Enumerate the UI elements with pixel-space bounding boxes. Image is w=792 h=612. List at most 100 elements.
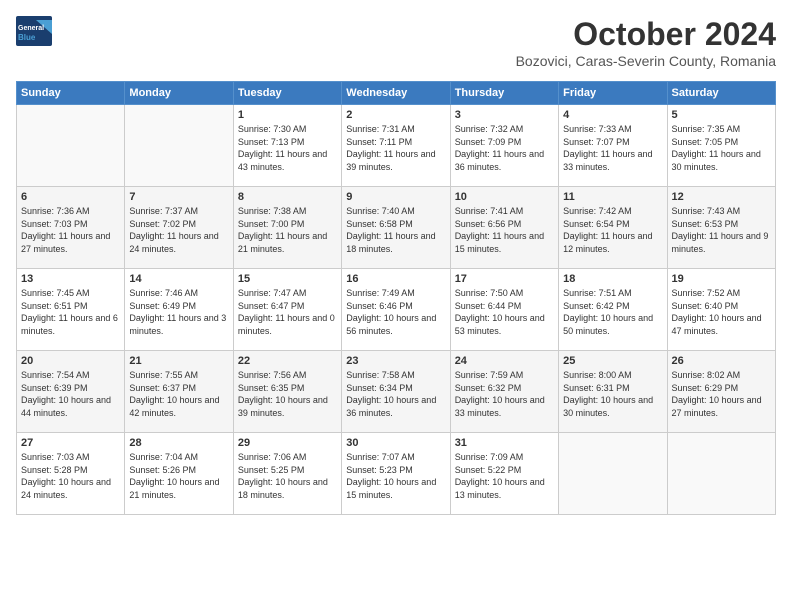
calendar-cell: 8Sunrise: 7:38 AM Sunset: 7:00 PM Daylig… — [233, 187, 341, 269]
calendar-cell: 9 Sunrise: 7:40 AM Sunset: 6:58 PM Daylig… — [342, 187, 450, 269]
title-block: October 2024 Bozovici, Caras-Severin Cou… — [516, 16, 776, 69]
cell-info: Sunrise: 7:37 AM Sunset: 7:02 PM Dayligh… — [129, 205, 228, 255]
day-header-thursday: Thursday — [450, 82, 558, 105]
calendar-cell: 4Sunrise: 7:33 AM Sunset: 7:07 PM Daylig… — [559, 105, 667, 187]
week-row-0: 1 Sunrise: 7:30 AM Sunset: 7:13 PM Daylig… — [17, 105, 776, 187]
cell-info: Sunrise: 7:42 AM Sunset: 6:54 PM Dayligh… — [563, 205, 662, 255]
day-number: 19 — [672, 273, 771, 285]
day-number: 15 — [238, 273, 337, 285]
cell-info: Sunrise: 7:07 AM Sunset: 5:23 PM Dayligh… — [346, 451, 445, 501]
calendar-cell: 23 Sunrise: 7:58 AM Sunset: 6:34 PM Dayli… — [342, 351, 450, 433]
calendar-cell: 16 Sunrise: 7:49 AM Sunset: 6:46 PM Dayli… — [342, 269, 450, 351]
calendar-cell: 26Sunrise: 8:02 AM Sunset: 6:29 PM Dayli… — [667, 351, 775, 433]
calendar-cell: 29Sunrise: 7:06 AM Sunset: 5:25 PM Dayli… — [233, 433, 341, 515]
page-header: General Blue October 2024 Bozovici, Cara… — [16, 16, 776, 69]
cell-info: Sunrise: 7:56 AM Sunset: 6:35 PM Dayligh… — [238, 369, 337, 419]
cell-info: Sunrise: 7:49 AM Sunset: 6:46 PM Dayligh… — [346, 287, 445, 337]
day-number: 7 — [129, 191, 228, 203]
calendar-cell: 28 Sunrise: 7:04 AM Sunset: 5:26 PM Dayli… — [125, 433, 233, 515]
day-header-wednesday: Wednesday — [342, 82, 450, 105]
day-number: 24 — [455, 355, 554, 367]
calendar-cell: 20Sunrise: 7:54 AM Sunset: 6:39 PM Dayli… — [17, 351, 125, 433]
day-number: 10 — [455, 191, 554, 203]
calendar-cell: 5Sunrise: 7:35 AM Sunset: 7:05 PM Daylig… — [667, 105, 775, 187]
svg-text:General: General — [18, 25, 44, 32]
cell-info: Sunrise: 7:31 AM Sunset: 7:11 PM Dayligh… — [346, 123, 445, 173]
day-header-friday: Friday — [559, 82, 667, 105]
cell-info: Sunrise: 7:55 AM Sunset: 6:37 PM Dayligh… — [129, 369, 228, 419]
day-number: 22 — [238, 355, 337, 367]
calendar-cell — [559, 433, 667, 515]
week-row-2: 13 Sunrise: 7:45 AM Sunset: 6:51 PM Dayli… — [17, 269, 776, 351]
cell-info: Sunrise: 7:40 AM Sunset: 6:58 PM Dayligh… — [346, 205, 445, 255]
day-number: 8 — [238, 191, 337, 203]
day-header-tuesday: Tuesday — [233, 82, 341, 105]
cell-info: Sunrise: 7:47 AM Sunset: 6:47 PM Dayligh… — [238, 287, 337, 337]
svg-text:Blue: Blue — [18, 33, 36, 42]
day-number: 28 — [129, 437, 228, 449]
day-number: 16 — [346, 273, 445, 285]
logo-icon: General Blue — [16, 16, 52, 46]
calendar-cell — [667, 433, 775, 515]
week-row-4: 27Sunrise: 7:03 AM Sunset: 5:28 PM Dayli… — [17, 433, 776, 515]
day-number: 13 — [21, 273, 120, 285]
calendar-cell: 3 Sunrise: 7:32 AM Sunset: 7:09 PM Daylig… — [450, 105, 558, 187]
day-header-saturday: Saturday — [667, 82, 775, 105]
day-number: 17 — [455, 273, 554, 285]
day-number: 23 — [346, 355, 445, 367]
cell-info: Sunrise: 8:02 AM Sunset: 6:29 PM Dayligh… — [672, 369, 771, 419]
calendar-cell: 18Sunrise: 7:51 AM Sunset: 6:42 PM Dayli… — [559, 269, 667, 351]
calendar-cell: 22 Sunrise: 7:56 AM Sunset: 6:35 PM Dayli… — [233, 351, 341, 433]
calendar-cell: 27Sunrise: 7:03 AM Sunset: 5:28 PM Dayli… — [17, 433, 125, 515]
cell-info: Sunrise: 7:59 AM Sunset: 6:32 PM Dayligh… — [455, 369, 554, 419]
day-number: 31 — [455, 437, 554, 449]
day-number: 30 — [346, 437, 445, 449]
calendar-cell: 17 Sunrise: 7:50 AM Sunset: 6:44 PM Dayli… — [450, 269, 558, 351]
calendar-cell: 30 Sunrise: 7:07 AM Sunset: 5:23 PM Dayli… — [342, 433, 450, 515]
calendar-cell: 10 Sunrise: 7:41 AM Sunset: 6:56 PM Dayli… — [450, 187, 558, 269]
calendar-cell: 6Sunrise: 7:36 AM Sunset: 7:03 PM Daylig… — [17, 187, 125, 269]
cell-info: Sunrise: 7:33 AM Sunset: 7:07 PM Dayligh… — [563, 123, 662, 173]
calendar-cell: 31 Sunrise: 7:09 AM Sunset: 5:22 PM Dayli… — [450, 433, 558, 515]
day-number: 18 — [563, 273, 662, 285]
day-number: 5 — [672, 109, 771, 121]
day-header-monday: Monday — [125, 82, 233, 105]
cell-info: Sunrise: 7:30 AM Sunset: 7:13 PM Dayligh… — [238, 123, 337, 173]
calendar-cell — [17, 105, 125, 187]
cell-info: Sunrise: 7:52 AM Sunset: 6:40 PM Dayligh… — [672, 287, 771, 337]
cell-info: Sunrise: 7:50 AM Sunset: 6:44 PM Dayligh… — [455, 287, 554, 337]
calendar-cell: 12Sunrise: 7:43 AM Sunset: 6:53 PM Dayli… — [667, 187, 775, 269]
calendar-cell: 19 Sunrise: 7:52 AM Sunset: 6:40 PM Dayli… — [667, 269, 775, 351]
calendar-cell: 7 Sunrise: 7:37 AM Sunset: 7:02 PM Daylig… — [125, 187, 233, 269]
calendar-cell: 1 Sunrise: 7:30 AM Sunset: 7:13 PM Daylig… — [233, 105, 341, 187]
calendar-cell: 14Sunrise: 7:46 AM Sunset: 6:49 PM Dayli… — [125, 269, 233, 351]
cell-info: Sunrise: 7:36 AM Sunset: 7:03 PM Dayligh… — [21, 205, 120, 255]
calendar-cell: 24 Sunrise: 7:59 AM Sunset: 6:32 PM Dayli… — [450, 351, 558, 433]
location-subtitle: Bozovici, Caras-Severin County, Romania — [516, 53, 776, 69]
cell-info: Sunrise: 7:09 AM Sunset: 5:22 PM Dayligh… — [455, 451, 554, 501]
month-title: October 2024 — [516, 16, 776, 53]
day-number: 27 — [21, 437, 120, 449]
calendar-cell: 11 Sunrise: 7:42 AM Sunset: 6:54 PM Dayli… — [559, 187, 667, 269]
cell-info: Sunrise: 7:43 AM Sunset: 6:53 PM Dayligh… — [672, 205, 771, 255]
calendar-cell: 15 Sunrise: 7:47 AM Sunset: 6:47 PM Dayli… — [233, 269, 341, 351]
calendar-cell: 21 Sunrise: 7:55 AM Sunset: 6:37 PM Dayli… — [125, 351, 233, 433]
cell-info: Sunrise: 7:04 AM Sunset: 5:26 PM Dayligh… — [129, 451, 228, 501]
cell-info: Sunrise: 7:58 AM Sunset: 6:34 PM Dayligh… — [346, 369, 445, 419]
day-number: 9 — [346, 191, 445, 203]
cell-info: Sunrise: 7:32 AM Sunset: 7:09 PM Dayligh… — [455, 123, 554, 173]
day-number: 11 — [563, 191, 662, 203]
day-number: 1 — [238, 109, 337, 121]
cell-info: Sunrise: 7:45 AM Sunset: 6:51 PM Dayligh… — [21, 287, 120, 337]
cell-info: Sunrise: 7:46 AM Sunset: 6:49 PM Dayligh… — [129, 287, 228, 337]
day-number: 25 — [563, 355, 662, 367]
calendar-cell: 13 Sunrise: 7:45 AM Sunset: 6:51 PM Dayli… — [17, 269, 125, 351]
calendar-cell: 2 Sunrise: 7:31 AM Sunset: 7:11 PM Daylig… — [342, 105, 450, 187]
day-number: 21 — [129, 355, 228, 367]
day-number: 3 — [455, 109, 554, 121]
calendar-table: SundayMondayTuesdayWednesdayThursdayFrid… — [16, 81, 776, 515]
week-row-3: 20Sunrise: 7:54 AM Sunset: 6:39 PM Dayli… — [17, 351, 776, 433]
day-number: 2 — [346, 109, 445, 121]
calendar-cell: 25Sunrise: 8:00 AM Sunset: 6:31 PM Dayli… — [559, 351, 667, 433]
cell-info: Sunrise: 7:41 AM Sunset: 6:56 PM Dayligh… — [455, 205, 554, 255]
